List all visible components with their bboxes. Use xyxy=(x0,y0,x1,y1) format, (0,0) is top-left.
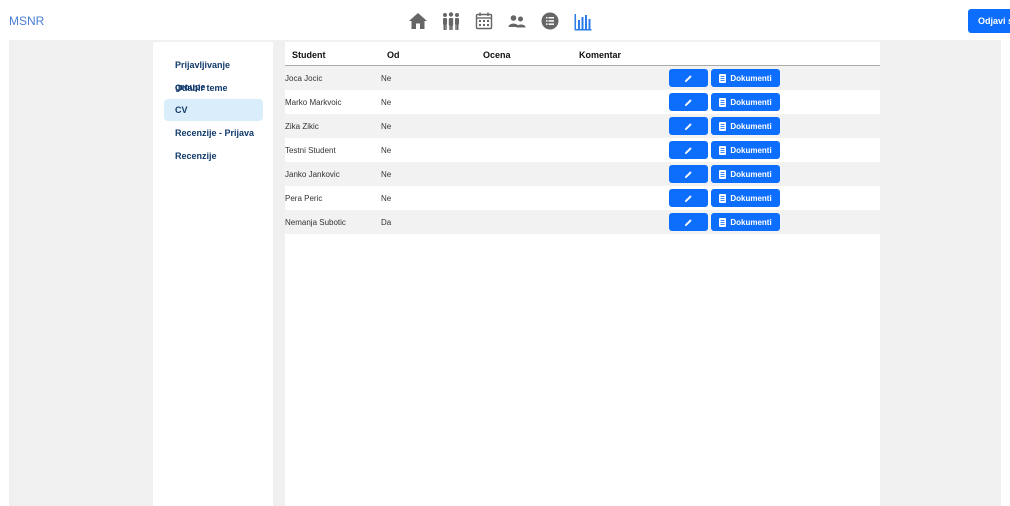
documents-button[interactable]: Dokumenti xyxy=(711,69,780,87)
cell-student: Nemanja Subotic xyxy=(285,218,346,227)
documents-label: Dokumenti xyxy=(730,169,772,179)
logout-button[interactable]: Odjavi se xyxy=(968,9,1010,33)
users-icon[interactable] xyxy=(507,11,527,31)
cell-student: Joca Jocic xyxy=(285,74,323,83)
table-header: Student Od Ocena Komentar xyxy=(285,42,880,66)
calendar-icon[interactable] xyxy=(474,11,494,31)
cell-student: Zika Zikic xyxy=(285,122,319,131)
pencil-icon xyxy=(684,122,692,130)
edit-button[interactable] xyxy=(669,93,708,111)
sidebar-item-odabir-teme[interactable]: Odabir teme xyxy=(164,77,263,99)
cell-student: Testni Student xyxy=(285,146,336,155)
document-icon xyxy=(719,193,727,203)
cell-od: Da xyxy=(381,218,392,227)
document-icon xyxy=(719,145,727,155)
documents-label: Dokumenti xyxy=(730,121,772,131)
cell-od: Ne xyxy=(381,194,392,203)
edit-button[interactable] xyxy=(669,69,708,87)
cell-od: Ne xyxy=(381,74,392,83)
column-header-ocena: Ocena xyxy=(483,50,511,60)
documents-label: Dokumenti xyxy=(730,193,772,203)
document-icon xyxy=(719,73,727,83)
documents-button[interactable]: Dokumenti xyxy=(711,93,780,111)
edit-button[interactable] xyxy=(669,189,708,207)
pencil-icon xyxy=(684,146,692,154)
table-row: Marko Markvoic Ne Dokumenti xyxy=(285,90,880,114)
cell-od: Ne xyxy=(381,170,392,179)
sidebar-item-recenzije-prijava[interactable]: Recenzije - Prijava xyxy=(164,122,263,144)
documents-button[interactable]: Dokumenti xyxy=(711,189,780,207)
column-header-od: Od xyxy=(387,50,400,60)
home-icon[interactable] xyxy=(408,11,428,31)
people-group-icon[interactable] xyxy=(441,11,461,31)
documents-label: Dokumenti xyxy=(730,97,772,107)
edit-button[interactable] xyxy=(669,213,708,231)
document-icon xyxy=(719,169,727,179)
edit-button[interactable] xyxy=(669,165,708,183)
list-circle-icon[interactable] xyxy=(540,11,560,31)
pencil-icon xyxy=(684,170,692,178)
edit-button[interactable] xyxy=(669,141,708,159)
top-navbar: MSNR Odjavi xyxy=(0,0,1010,40)
cell-od: Ne xyxy=(381,146,392,155)
documents-button[interactable]: Dokumenti xyxy=(711,213,780,231)
table-row: Zika Zikic Ne Dokumenti xyxy=(285,114,880,138)
documents-label: Dokumenti xyxy=(730,145,772,155)
nav-icon-bar xyxy=(408,10,593,32)
cell-od: Ne xyxy=(381,98,392,107)
sidebar-item-prijavljivanje-groupe[interactable]: Prijavljivanje groupe xyxy=(164,54,263,92)
pencil-icon xyxy=(684,74,692,82)
column-header-komentar: Komentar xyxy=(579,50,622,60)
document-icon xyxy=(719,121,727,131)
table-row: Pera Peric Ne Dokumenti xyxy=(285,186,880,210)
cell-student: Janko Jankovic xyxy=(285,170,340,179)
document-icon xyxy=(719,97,727,107)
table-row: Testni Student Ne Dokumenti xyxy=(285,138,880,162)
pencil-icon xyxy=(684,218,692,226)
cell-student: Pera Peric xyxy=(285,194,323,203)
pencil-icon xyxy=(684,194,692,202)
sidebar-item-recenzije[interactable]: Recenzije xyxy=(164,145,263,167)
table-row: Nemanja Subotic Da Dokumenti xyxy=(285,210,880,234)
document-icon xyxy=(719,217,727,227)
sidebar: Prijavljivanje groupe Odabir teme CV Rec… xyxy=(153,42,273,506)
pencil-icon xyxy=(684,98,692,106)
cell-student: Marko Markvoic xyxy=(285,98,342,107)
documents-button[interactable]: Dokumenti xyxy=(711,117,780,135)
table-row: Janko Jankovic Ne Dokumenti xyxy=(285,162,880,186)
cell-od: Ne xyxy=(381,122,392,131)
brand-logo[interactable]: MSNR xyxy=(9,14,44,28)
edit-button[interactable] xyxy=(669,117,708,135)
documents-button[interactable]: Dokumenti xyxy=(711,165,780,183)
sidebar-item-cv[interactable]: CV xyxy=(164,99,263,121)
column-header-student: Student xyxy=(292,50,326,60)
bar-chart-icon[interactable] xyxy=(573,11,593,31)
table-row: Joca Jocic Ne Dokumenti xyxy=(285,66,880,90)
documents-label: Dokumenti xyxy=(730,73,772,83)
main-content: Student Od Ocena Komentar Joca Jocic Ne Do… xyxy=(285,42,880,506)
documents-button[interactable]: Dokumenti xyxy=(711,141,780,159)
documents-label: Dokumenti xyxy=(730,217,772,227)
